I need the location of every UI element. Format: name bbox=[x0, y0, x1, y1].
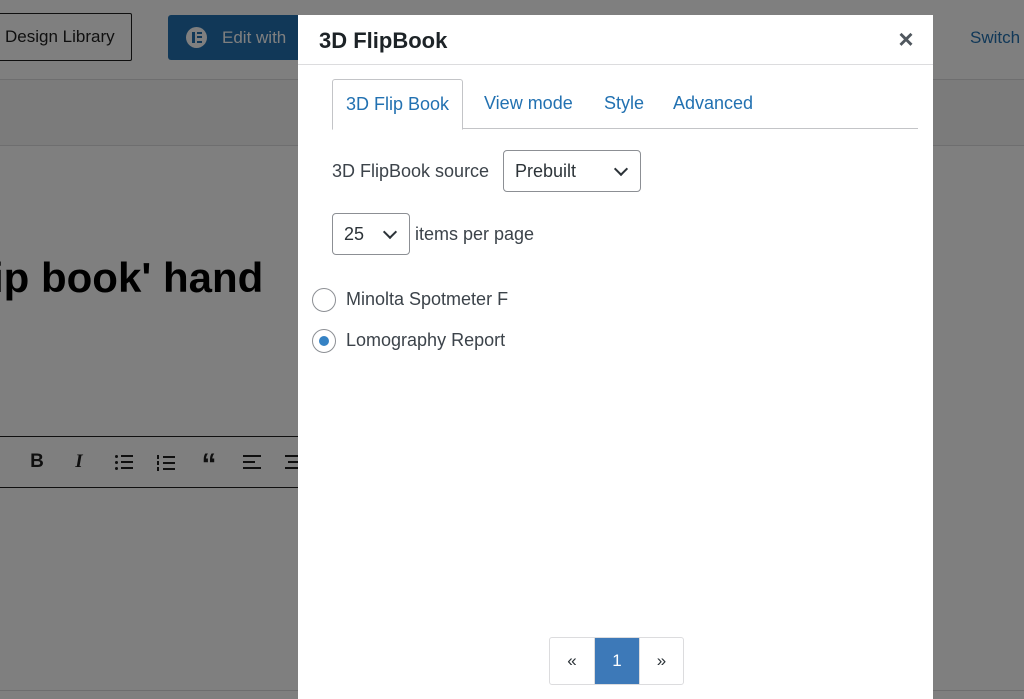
pagination-prev-button[interactable]: « bbox=[550, 638, 594, 684]
source-select[interactable]: Prebuilt bbox=[503, 150, 641, 192]
source-selected-value: Prebuilt bbox=[515, 161, 577, 181]
tab-style[interactable]: Style bbox=[604, 79, 644, 129]
pagination-next-button[interactable]: » bbox=[639, 638, 683, 684]
flipbook-modal: 3D FlipBook × 3D Flip Book View mode Sty… bbox=[298, 15, 933, 699]
tab-3d-flip-book[interactable]: 3D Flip Book bbox=[332, 79, 464, 130]
pagination: « 1 » bbox=[549, 637, 684, 685]
modal-header: 3D FlipBook × bbox=[298, 15, 933, 65]
chevron-down-icon bbox=[613, 161, 629, 177]
modal-title: 3D FlipBook bbox=[319, 28, 448, 53]
item-radio-checked[interactable] bbox=[312, 329, 336, 353]
item-label[interactable]: Lomography Report bbox=[346, 330, 505, 351]
per-page-selected-value: 25 bbox=[344, 224, 365, 244]
item-label[interactable]: Minolta Spotmeter F bbox=[346, 289, 508, 310]
item-radio[interactable] bbox=[312, 288, 336, 312]
tab-view-mode[interactable]: View mode bbox=[484, 79, 573, 129]
tab-bar: 3D Flip Book View mode Style Advanced bbox=[332, 79, 918, 130]
per-page-label: items per page bbox=[415, 224, 535, 244]
close-icon[interactable]: × bbox=[895, 26, 917, 52]
source-label: 3D FlipBook source bbox=[332, 161, 490, 181]
chevron-down-icon bbox=[382, 224, 398, 240]
per-page-select[interactable]: 25 bbox=[332, 213, 410, 255]
pagination-current-page[interactable]: 1 bbox=[594, 638, 639, 684]
tab-advanced[interactable]: Advanced bbox=[673, 79, 753, 129]
